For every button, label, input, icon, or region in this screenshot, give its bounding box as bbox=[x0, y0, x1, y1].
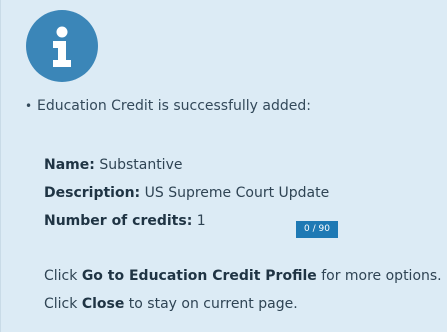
info-icon bbox=[26, 10, 98, 82]
description-field: Description: US Supreme Court Update bbox=[44, 185, 329, 201]
name-field: Name: Substantive bbox=[44, 157, 182, 173]
close-action-text: Close bbox=[81, 296, 125, 312]
instruction-line-profile: Click Go to Education Credit Profile for… bbox=[44, 268, 442, 284]
char-counter-badge: 0 / 90 bbox=[296, 221, 338, 238]
credits-label: Number of credits: bbox=[44, 213, 193, 229]
credits-field: Number of credits: 1 bbox=[44, 213, 206, 229]
success-message: • Education Credit is successfully added: bbox=[25, 98, 311, 114]
line2-prefix: Click bbox=[44, 296, 78, 312]
instruction-line-close: Click Close to stay on current page. bbox=[44, 296, 298, 312]
description-label: Description: bbox=[44, 185, 141, 201]
credits-value: 1 bbox=[196, 213, 206, 229]
line1-prefix: Click bbox=[44, 268, 78, 284]
go-to-profile-action-text: Go to Education Credit Profile bbox=[81, 268, 317, 284]
message-text: Education Credit is successfully added: bbox=[37, 98, 311, 114]
bullet: • bbox=[25, 99, 33, 113]
success-dialog: • Education Credit is successfully added:… bbox=[0, 0, 447, 332]
name-value: Substantive bbox=[99, 157, 183, 173]
description-value: US Supreme Court Update bbox=[144, 185, 330, 201]
line1-suffix: for more options. bbox=[321, 268, 442, 284]
name-label: Name: bbox=[44, 157, 95, 173]
line2-suffix: to stay on current page. bbox=[128, 296, 298, 312]
